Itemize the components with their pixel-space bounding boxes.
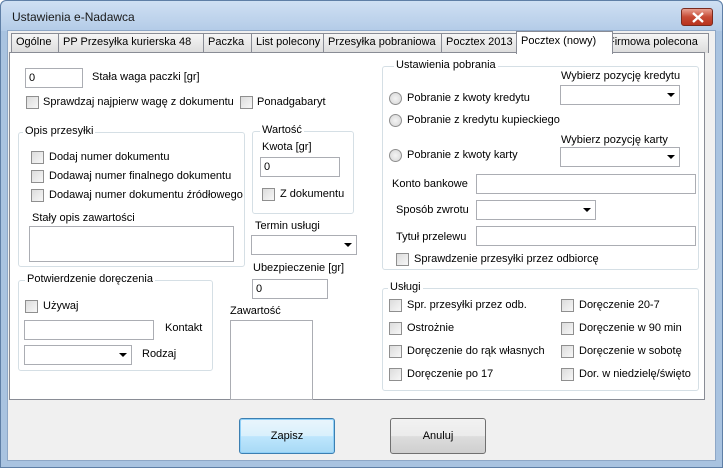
service-sunday-holiday-label: Dor. w niedzielę/święto	[579, 368, 691, 380]
chevron-down-icon	[344, 243, 352, 247]
use-confirmation-checkbox[interactable]	[25, 300, 38, 313]
from-document-checkbox[interactable]	[262, 188, 275, 201]
add-source-doc-label: Dodawaj numer dokumentu źródłowego	[49, 189, 243, 201]
cod-card-label: Pobranie z kwoty karty	[407, 149, 518, 161]
insurance-input[interactable]: 0	[252, 279, 328, 299]
fixed-weight-input[interactable]: 0	[25, 68, 83, 88]
contents-textarea[interactable]	[230, 320, 313, 400]
service-after-17-checkbox[interactable]	[389, 368, 402, 381]
bank-account-input[interactable]	[476, 174, 696, 194]
cancel-button[interactable]: Anuluj	[390, 418, 486, 454]
check-weight-checkbox[interactable]	[26, 96, 39, 109]
card-pick-label: Wybierz pozycję karty	[561, 134, 668, 146]
amount-label: Kwota [gr]	[262, 141, 312, 153]
confirmation-type-label: Rodzaj	[142, 348, 177, 360]
tab-list-polecony[interactable]: List polecony	[251, 33, 333, 53]
value-group-title: Wartość	[260, 124, 304, 136]
service-90-min-label: Doręczenie w 90 min	[579, 322, 682, 334]
refund-method-select[interactable]	[476, 200, 596, 220]
tab-firmowa-polecona[interactable]: Firmowa polecona	[603, 33, 709, 53]
chevron-down-icon	[667, 155, 675, 159]
amount-input[interactable]: 0	[260, 157, 340, 177]
service-date-select[interactable]	[251, 235, 357, 255]
service-90-min-checkbox[interactable]	[561, 322, 574, 335]
add-source-doc-checkbox[interactable]	[31, 189, 44, 202]
close-button[interactable]	[681, 8, 713, 26]
tab-pocztex-nowy[interactable]: Pocztex (nowy)	[516, 31, 613, 54]
cod-credit-radio[interactable]	[389, 92, 402, 105]
from-document-label: Z dokumentu	[280, 188, 345, 200]
service-own-hands-checkbox[interactable]	[389, 345, 402, 358]
use-confirmation-label: Używaj	[43, 300, 79, 312]
add-doc-number-checkbox[interactable]	[31, 151, 44, 164]
add-final-doc-label: Dodawaj numer finalnego dokumentu	[49, 170, 232, 182]
service-saturday-checkbox[interactable]	[561, 345, 574, 358]
chevron-down-icon	[119, 353, 127, 357]
confirmation-type-select[interactable]	[24, 345, 132, 365]
contact-input[interactable]	[24, 320, 154, 340]
check-by-recipient-label: Sprawdzenie przesyłki przez odbiorcę	[414, 253, 599, 265]
add-doc-number-label: Dodaj numer dokumentu	[49, 151, 170, 163]
card-position-select[interactable]	[560, 147, 680, 167]
save-button[interactable]: Zapisz	[239, 418, 335, 454]
service-20-7-checkbox[interactable]	[561, 299, 574, 312]
package-description-title: Opis przesyłki	[23, 125, 96, 137]
delivery-confirmation-title: Potwierdzenie doręczenia	[25, 273, 155, 285]
service-careful-checkbox[interactable]	[389, 322, 402, 335]
cod-card-radio[interactable]	[389, 149, 402, 162]
tab-przesylka-pobraniowa[interactable]: Przesyłka pobraniowa	[323, 33, 451, 53]
services-title: Usługi	[388, 281, 423, 293]
chevron-down-icon	[667, 93, 675, 97]
cod-credit-label: Pobranie z kwoty kredytu	[407, 92, 530, 104]
contents-label: Zawartość	[230, 305, 281, 317]
credit-pick-label: Wybierz pozycję kredytu	[561, 70, 681, 82]
fixed-contents-textarea[interactable]	[29, 226, 234, 262]
cod-settings-title: Ustawienia pobrania	[394, 59, 498, 71]
check-by-recipient-checkbox[interactable]	[396, 253, 409, 266]
transfer-title-label: Tytuł przelewu	[396, 231, 467, 243]
service-date-label: Termin usługi	[255, 220, 320, 232]
transfer-title-input[interactable]	[476, 226, 696, 246]
cod-merchant-credit-radio[interactable]	[389, 114, 402, 127]
bank-account-label: Konto bankowe	[392, 178, 468, 190]
service-check-by-recipient-label: Spr. przesyłki przez odb.	[407, 299, 527, 311]
service-careful-label: Ostrożnie	[407, 322, 455, 334]
chevron-down-icon	[583, 208, 591, 212]
cod-merchant-credit-label: Pobranie z kredytu kupieckiego	[407, 114, 560, 126]
service-after-17-label: Doręczenie po 17	[407, 368, 494, 380]
service-sunday-holiday-checkbox[interactable]	[561, 368, 574, 381]
fixed-contents-label: Stały opis zawartości	[32, 212, 135, 224]
oversize-checkbox[interactable]	[240, 96, 253, 109]
tab-pocztex-2013[interactable]: Pocztex 2013	[441, 33, 526, 53]
service-own-hands-label: Doręczenie do rąk własnych	[407, 345, 545, 357]
tab-pp-przesylka-kurierska-48[interactable]: PP Przesyłka kurierska 48	[58, 33, 213, 53]
refund-method-label: Sposób zwrotu	[396, 204, 469, 216]
window-title: Ustawienia e-Nadawca	[12, 10, 135, 24]
fixed-weight-label: Stała waga paczki [gr]	[92, 71, 200, 83]
close-icon	[692, 12, 704, 23]
service-20-7-label: Doręczenie 20-7	[579, 299, 660, 311]
service-saturday-label: Doręczenie w sobotę	[579, 345, 682, 357]
add-final-doc-checkbox[interactable]	[31, 170, 44, 183]
service-check-by-recipient-checkbox[interactable]	[389, 299, 402, 312]
check-weight-label: Sprawdzaj najpierw wagę z dokumentu	[43, 96, 234, 108]
contact-label: Kontakt	[165, 322, 203, 334]
oversize-label: Ponadgabaryt	[257, 96, 326, 108]
insurance-label: Ubezpieczenie [gr]	[253, 262, 345, 274]
credit-position-select[interactable]	[560, 85, 680, 105]
